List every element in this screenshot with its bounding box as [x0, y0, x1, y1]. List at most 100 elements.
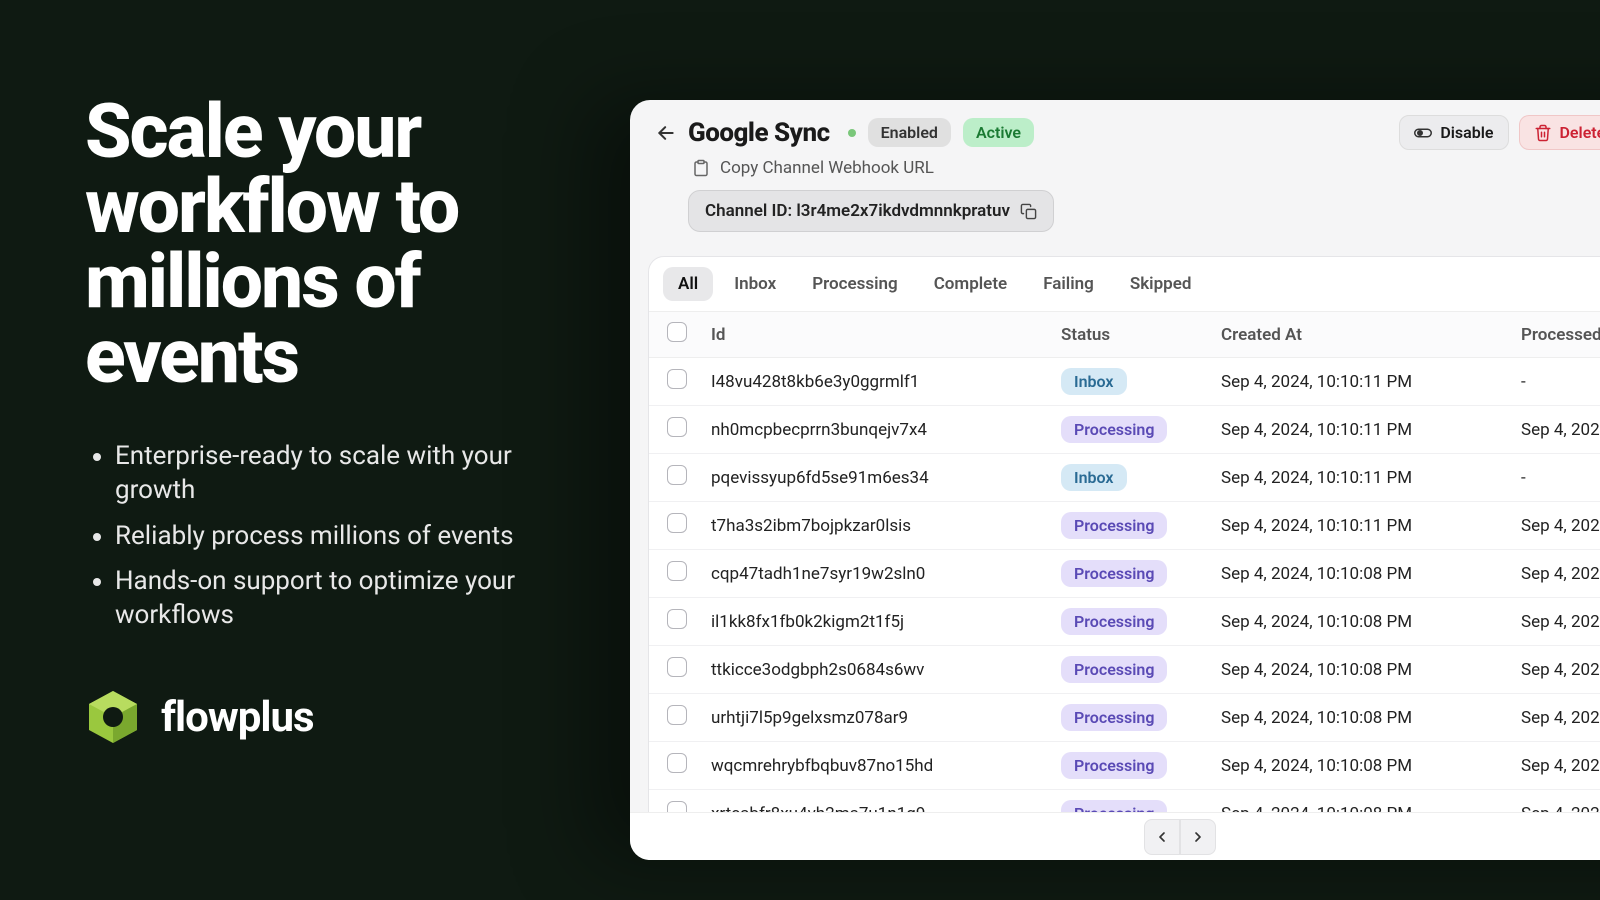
status-badge: Processing: [1061, 704, 1167, 731]
copy-icon: [1020, 203, 1037, 220]
cell-status: Inbox: [1049, 454, 1209, 502]
cell-created: Sep 4, 2024, 10:10:08 PM: [1209, 694, 1509, 742]
cell-status: Processing: [1049, 550, 1209, 598]
row-checkbox[interactable]: [667, 561, 687, 581]
status-dot-icon: [848, 129, 856, 137]
cell-processed: Sep 4, 202: [1509, 406, 1600, 454]
status-badge: Processing: [1061, 416, 1167, 443]
cell-created: Sep 4, 2024, 10:10:08 PM: [1209, 742, 1509, 790]
column-header-status[interactable]: Status: [1049, 312, 1209, 358]
events-table: Id Status Created At Processed I48vu428t…: [649, 311, 1600, 860]
table-row[interactable]: cqp47tadh1ne7syr19w2sln0 Processing Sep 4,…: [649, 550, 1600, 598]
cell-status: Inbox: [1049, 358, 1209, 406]
tab-processing[interactable]: Processing: [797, 267, 913, 301]
copy-webhook-link[interactable]: Copy Channel Webhook URL: [720, 158, 934, 178]
disable-label: Disable: [1440, 123, 1493, 142]
cell-processed: -: [1509, 454, 1600, 502]
cell-created: Sep 4, 2024, 10:10:11 PM: [1209, 454, 1509, 502]
trash-icon: [1534, 124, 1552, 142]
bullet-item: Enterprise-ready to scale with your grow…: [115, 440, 525, 508]
page-title: Google Sync: [688, 118, 830, 148]
column-header-processed[interactable]: Processed: [1509, 312, 1600, 358]
status-badge: Processing: [1061, 560, 1167, 587]
toggle-off-icon: [1414, 124, 1432, 142]
cell-status: Processing: [1049, 694, 1209, 742]
row-checkbox[interactable]: [667, 705, 687, 725]
cell-processed: Sep 4, 202: [1509, 502, 1600, 550]
brand-name: flowplus: [161, 693, 314, 742]
status-badge: Processing: [1061, 512, 1167, 539]
cell-processed: Sep 4, 202: [1509, 694, 1600, 742]
delete-label: Delete: [1560, 123, 1600, 142]
cell-status: Processing: [1049, 598, 1209, 646]
cell-id: pqevissyup6fd5se91m6es34: [699, 454, 1049, 502]
cell-processed: Sep 4, 202: [1509, 742, 1600, 790]
tab-complete[interactable]: Complete: [919, 267, 1023, 301]
cell-created: Sep 4, 2024, 10:10:11 PM: [1209, 406, 1509, 454]
cell-id: cqp47tadh1ne7syr19w2sln0: [699, 550, 1049, 598]
row-checkbox[interactable]: [667, 753, 687, 773]
cell-status: Processing: [1049, 646, 1209, 694]
row-checkbox[interactable]: [667, 417, 687, 437]
column-header-id[interactable]: Id: [699, 312, 1049, 358]
active-badge: Active: [963, 118, 1034, 147]
cell-id: I48vu428t8kb6e3y0ggrmlf1: [699, 358, 1049, 406]
tab-inbox[interactable]: Inbox: [719, 267, 791, 301]
tab-skipped[interactable]: Skipped: [1115, 267, 1207, 301]
marketing-bullets: Enterprise-ready to scale with your grow…: [85, 440, 525, 633]
table-row[interactable]: t7ha3s2ibm7bojpkzar0lsis Processing Sep 4,…: [649, 502, 1600, 550]
next-page-button[interactable]: [1180, 819, 1216, 855]
brand-logo: flowplus: [85, 689, 314, 745]
cell-id: t7ha3s2ibm7bojpkzar0lsis: [699, 502, 1049, 550]
prev-page-button[interactable]: [1144, 819, 1180, 855]
tab-all[interactable]: All: [663, 267, 713, 301]
events-card: AllInboxProcessingCompleteFailingSkipped…: [648, 256, 1600, 860]
cell-created: Sep 4, 2024, 10:10:11 PM: [1209, 358, 1509, 406]
channel-id-text: Channel ID: l3r4me2x7ikdvdmnnkpratuv: [705, 201, 1010, 221]
cell-processed: -: [1509, 358, 1600, 406]
cell-created: Sep 4, 2024, 10:10:11 PM: [1209, 502, 1509, 550]
cell-status: Processing: [1049, 502, 1209, 550]
table-row[interactable]: il1kk8fx1fb0k2kigm2t1f5j Processing Sep 4,…: [649, 598, 1600, 646]
pagination: [630, 812, 1600, 860]
tab-failing[interactable]: Failing: [1028, 267, 1109, 301]
hexagon-icon: [85, 689, 141, 745]
back-arrow-icon[interactable]: [656, 123, 676, 143]
row-checkbox[interactable]: [667, 513, 687, 533]
status-badge: Processing: [1061, 656, 1167, 683]
cell-status: Processing: [1049, 406, 1209, 454]
clipboard-icon: [692, 159, 710, 177]
cell-processed: Sep 4, 202: [1509, 646, 1600, 694]
disable-button[interactable]: Disable: [1399, 115, 1508, 150]
select-all-checkbox[interactable]: [667, 322, 687, 342]
cell-id: nh0mcpbecprrn3bunqejv7x4: [699, 406, 1049, 454]
cell-created: Sep 4, 2024, 10:10:08 PM: [1209, 646, 1509, 694]
cell-created: Sep 4, 2024, 10:10:08 PM: [1209, 550, 1509, 598]
status-badge: Inbox: [1061, 368, 1127, 395]
cell-status: Processing: [1049, 742, 1209, 790]
app-window: Google Sync Enabled Active Disable Delet…: [630, 100, 1600, 860]
cell-id: il1kk8fx1fb0k2kigm2t1f5j: [699, 598, 1049, 646]
row-checkbox[interactable]: [667, 609, 687, 629]
table-row[interactable]: I48vu428t8kb6e3y0ggrmlf1 Inbox Sep 4, 2024…: [649, 358, 1600, 406]
delete-button[interactable]: Delete: [1519, 115, 1600, 150]
column-header-created[interactable]: Created At: [1209, 312, 1509, 358]
cell-created: Sep 4, 2024, 10:10:08 PM: [1209, 598, 1509, 646]
table-row[interactable]: ttkicce3odgbph2s0684s6wv Processing Sep 4,…: [649, 646, 1600, 694]
cell-processed: Sep 4, 202: [1509, 598, 1600, 646]
cell-id: ttkicce3odgbph2s0684s6wv: [699, 646, 1049, 694]
row-checkbox[interactable]: [667, 465, 687, 485]
row-checkbox[interactable]: [667, 657, 687, 677]
table-row[interactable]: pqevissyup6fd5se91m6es34 Inbox Sep 4, 2024…: [649, 454, 1600, 502]
channel-id-chip[interactable]: Channel ID: l3r4me2x7ikdvdmnnkpratuv: [688, 190, 1054, 232]
status-badge: Inbox: [1061, 464, 1127, 491]
row-checkbox[interactable]: [667, 369, 687, 389]
table-row[interactable]: wqcmrehrybfbqbuv87no15hdProcessingSep 4,…: [649, 742, 1600, 790]
status-badge: Processing: [1061, 608, 1167, 635]
table-row[interactable]: urhtji7l5p9gelxsmz078ar9ProcessingSep 4,…: [649, 694, 1600, 742]
table-row[interactable]: nh0mcpbecprrn3bunqejv7x4 Processing Sep 4,…: [649, 406, 1600, 454]
marketing-headline: Scale your workflow to millions of event…: [85, 95, 525, 395]
bullet-item: Reliably process millions of events: [115, 520, 525, 554]
bullet-item: Hands-on support to optimize your workfl…: [115, 565, 525, 633]
enabled-badge: Enabled: [868, 118, 951, 147]
